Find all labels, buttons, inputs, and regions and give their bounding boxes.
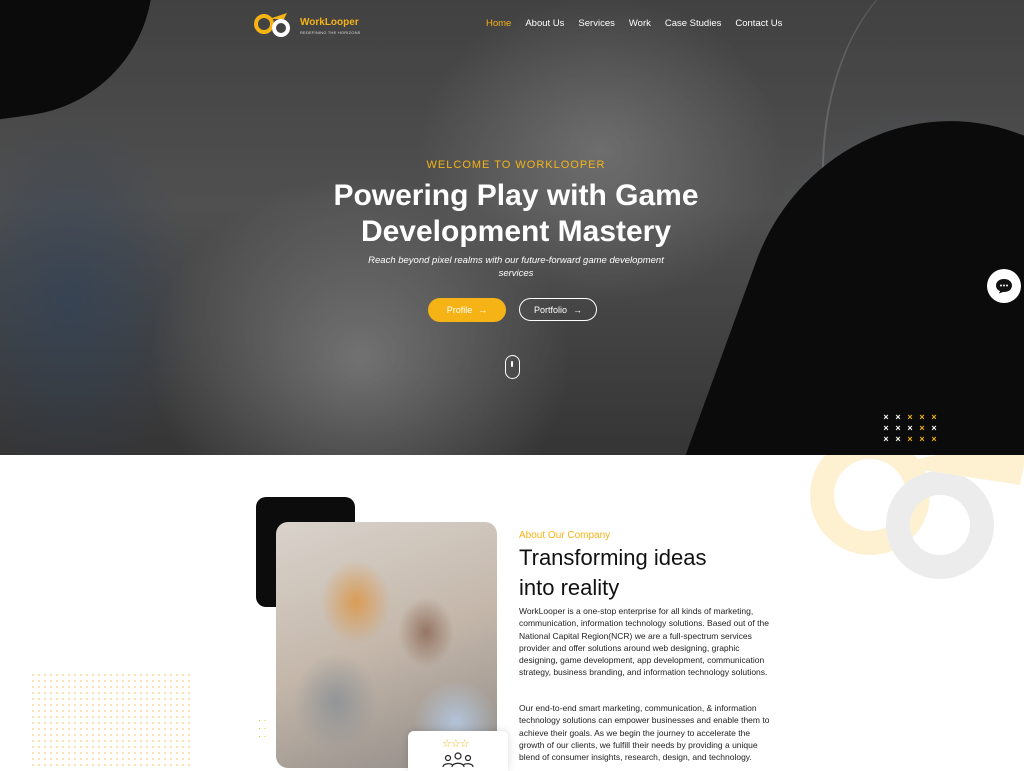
review-card: ☆☆☆: [408, 731, 508, 771]
logo-loop-icon: [254, 13, 290, 37]
arrow-right-icon: →: [573, 304, 583, 315]
about-paragraph-2: Our end-to-end smart marketing, communic…: [519, 703, 770, 763]
decorative-logo-watermark: [810, 455, 1024, 579]
hero-title-line2: Development Mastery: [360, 215, 672, 248]
team-people-icon: [442, 752, 474, 767]
brand-name: WorkLooper: [300, 17, 359, 28]
about-title: Transforming ideas into reality: [519, 543, 759, 603]
brand-logo[interactable]: WorkLooper REDEFINING THE HORIZONS: [253, 9, 363, 39]
nav-services[interactable]: Services: [578, 18, 614, 29]
chat-widget-button[interactable]: [987, 269, 1021, 303]
decorative-yellow-marks: · · · · · ·: [258, 715, 267, 741]
hero-title: Powering Play with Game Development Mast…: [0, 178, 1024, 250]
about-title-line2: into reality: [519, 575, 620, 600]
about-kicker: About Our Company: [519, 530, 611, 541]
hero-subtitle: Reach beyond pixel realms with our futur…: [368, 255, 664, 279]
profile-button[interactable]: Profile →: [428, 298, 506, 322]
scroll-down-mouse-icon[interactable]: [505, 355, 520, 379]
chat-bubble-icon: [996, 279, 1012, 294]
hero-title-line1: Powering Play with Game: [333, 179, 699, 212]
main-nav: Home About Us Services Work Case Studies…: [486, 18, 796, 29]
decorative-x-pattern: × × × × × × × × × × × × × × ×: [883, 412, 937, 444]
hero-section: WorkLooper REDEFINING THE HORIZONS Home …: [0, 0, 1024, 455]
arrow-right-icon: →: [478, 305, 488, 315]
decorative-dot-grid: [30, 672, 190, 768]
portfolio-button-label: Portfolio: [533, 304, 568, 315]
nav-contact-us[interactable]: Contact Us: [735, 18, 782, 29]
about-title-line1: Transforming ideas: [519, 545, 707, 570]
hero-kicker: WELCOME TO WORKLOOPER: [426, 159, 606, 171]
portfolio-button[interactable]: Portfolio →: [519, 298, 597, 321]
nav-work[interactable]: Work: [629, 18, 651, 29]
brand-tagline: REDEFINING THE HORIZONS: [300, 30, 361, 35]
nav-about-us[interactable]: About Us: [525, 18, 564, 29]
nav-case-studies[interactable]: Case Studies: [665, 18, 722, 29]
nav-home[interactable]: Home: [486, 18, 511, 29]
rating-stars-icon: ☆☆☆: [442, 738, 470, 750]
profile-button-label: Profile: [446, 305, 473, 315]
about-paragraph-1: WorkLooper is a one-stop enterprise for …: [519, 606, 769, 678]
